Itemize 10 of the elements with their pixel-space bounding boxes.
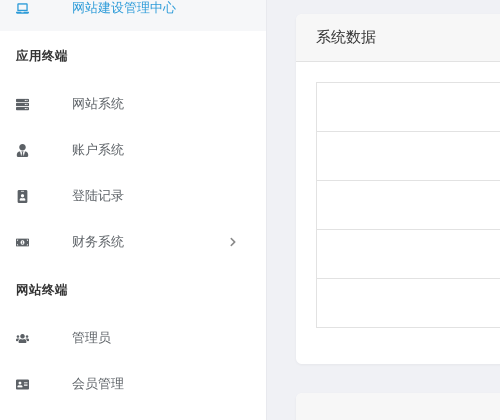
- section-heading: 应用终端: [14, 46, 69, 64]
- id-card-icon: [16, 378, 29, 390]
- banknote-icon: [16, 236, 29, 248]
- person-icon: [16, 144, 29, 156]
- id-badge-icon: [16, 190, 29, 202]
- section-heading: 网站终端: [15, 280, 69, 298]
- server-icon: [16, 98, 29, 110]
- card-title: 系统数据: [296, 14, 500, 62]
- laptop-icon: [16, 2, 29, 14]
- people-icon: [16, 332, 29, 344]
